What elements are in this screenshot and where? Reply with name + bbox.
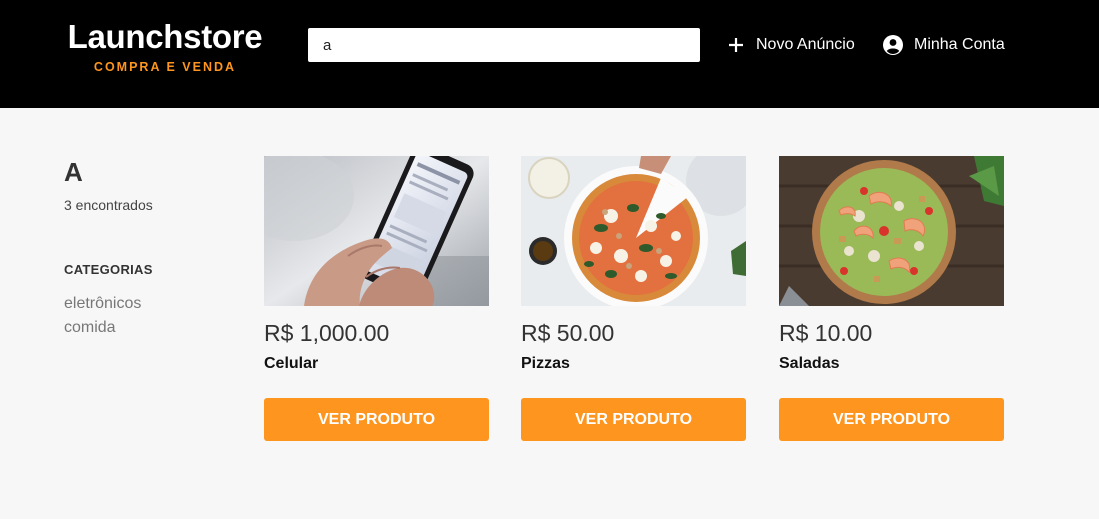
category-item-comida[interactable]: comida [64,316,244,340]
new-listing-link[interactable]: Novo Anúncio [726,31,855,59]
view-product-button[interactable]: VER PRODUTO [264,398,489,441]
site-header: Launchstore COMPRA E VENDA Novo Anúncio … [0,0,1099,108]
product-card: R$ 10.00 Saladas VER PRODUTO [779,156,1004,441]
account-label: Minha Conta [914,36,1005,53]
product-price: R$ 10.00 [779,320,873,346]
product-name: Pizzas [521,355,570,372]
category-item-eletronicos[interactable]: eletrônicos [64,292,244,316]
view-product-button[interactable]: VER PRODUTO [779,398,1004,441]
account-circle-icon [882,34,904,56]
categories-title: CATEGORIAS [64,262,153,277]
new-listing-label: Novo Anúncio [756,36,855,53]
category-list: eletrônicos comida [64,292,244,340]
product-name: Saladas [779,355,840,372]
product-card: R$ 1,000.00 Celular VER PRODUTO [264,156,489,441]
logo-subtitle: COMPRA E VENDA [93,60,237,74]
search-sidebar: A 3 encontrados CATEGORIAS eletrônicos c… [64,156,244,340]
product-price: R$ 1,000.00 [264,320,390,346]
product-card: R$ 50.00 Pizzas VER PRODUTO [521,156,746,441]
product-image-salad[interactable] [779,156,1004,306]
logo[interactable]: Launchstore COMPRA E VENDA [64,17,266,75]
account-link[interactable]: Minha Conta [882,31,1005,59]
product-price: R$ 50.00 [521,320,615,346]
search-term-heading: A [64,157,83,187]
product-image-pizza[interactable] [521,156,746,306]
logo-title: Launchstore [67,18,263,55]
view-product-button[interactable]: VER PRODUTO [521,398,746,441]
results-count: 3 encontrados [64,197,153,213]
plus-icon [726,35,746,55]
search-input[interactable] [308,28,700,62]
product-image-phone[interactable] [264,156,489,306]
product-name: Celular [264,355,319,372]
